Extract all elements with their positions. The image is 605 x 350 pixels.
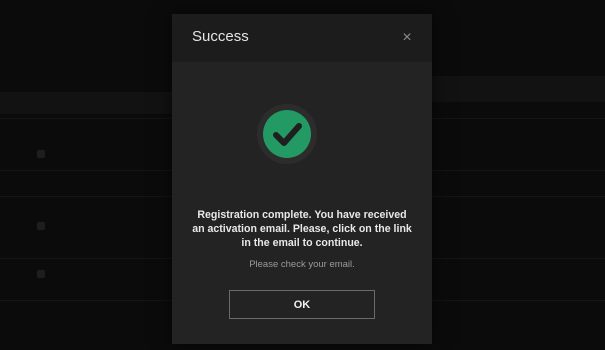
success-dialog: Success × Registration complete. You hav… bbox=[172, 14, 432, 344]
background-header-bar bbox=[432, 76, 605, 102]
ok-button[interactable]: OK bbox=[229, 290, 375, 319]
background-icon bbox=[37, 150, 45, 158]
dialog-header: Success × bbox=[172, 14, 432, 62]
close-icon[interactable]: × bbox=[399, 30, 415, 46]
background-icon bbox=[37, 222, 45, 230]
background-icon bbox=[37, 270, 45, 278]
check-email-note: Please check your email. bbox=[249, 259, 355, 270]
success-message: Registration complete. You have received… bbox=[192, 209, 412, 249]
dialog-title: Success bbox=[192, 28, 249, 45]
success-icon-container bbox=[257, 104, 317, 164]
background-selected-row bbox=[0, 92, 172, 114]
check-circle-icon bbox=[263, 110, 311, 158]
